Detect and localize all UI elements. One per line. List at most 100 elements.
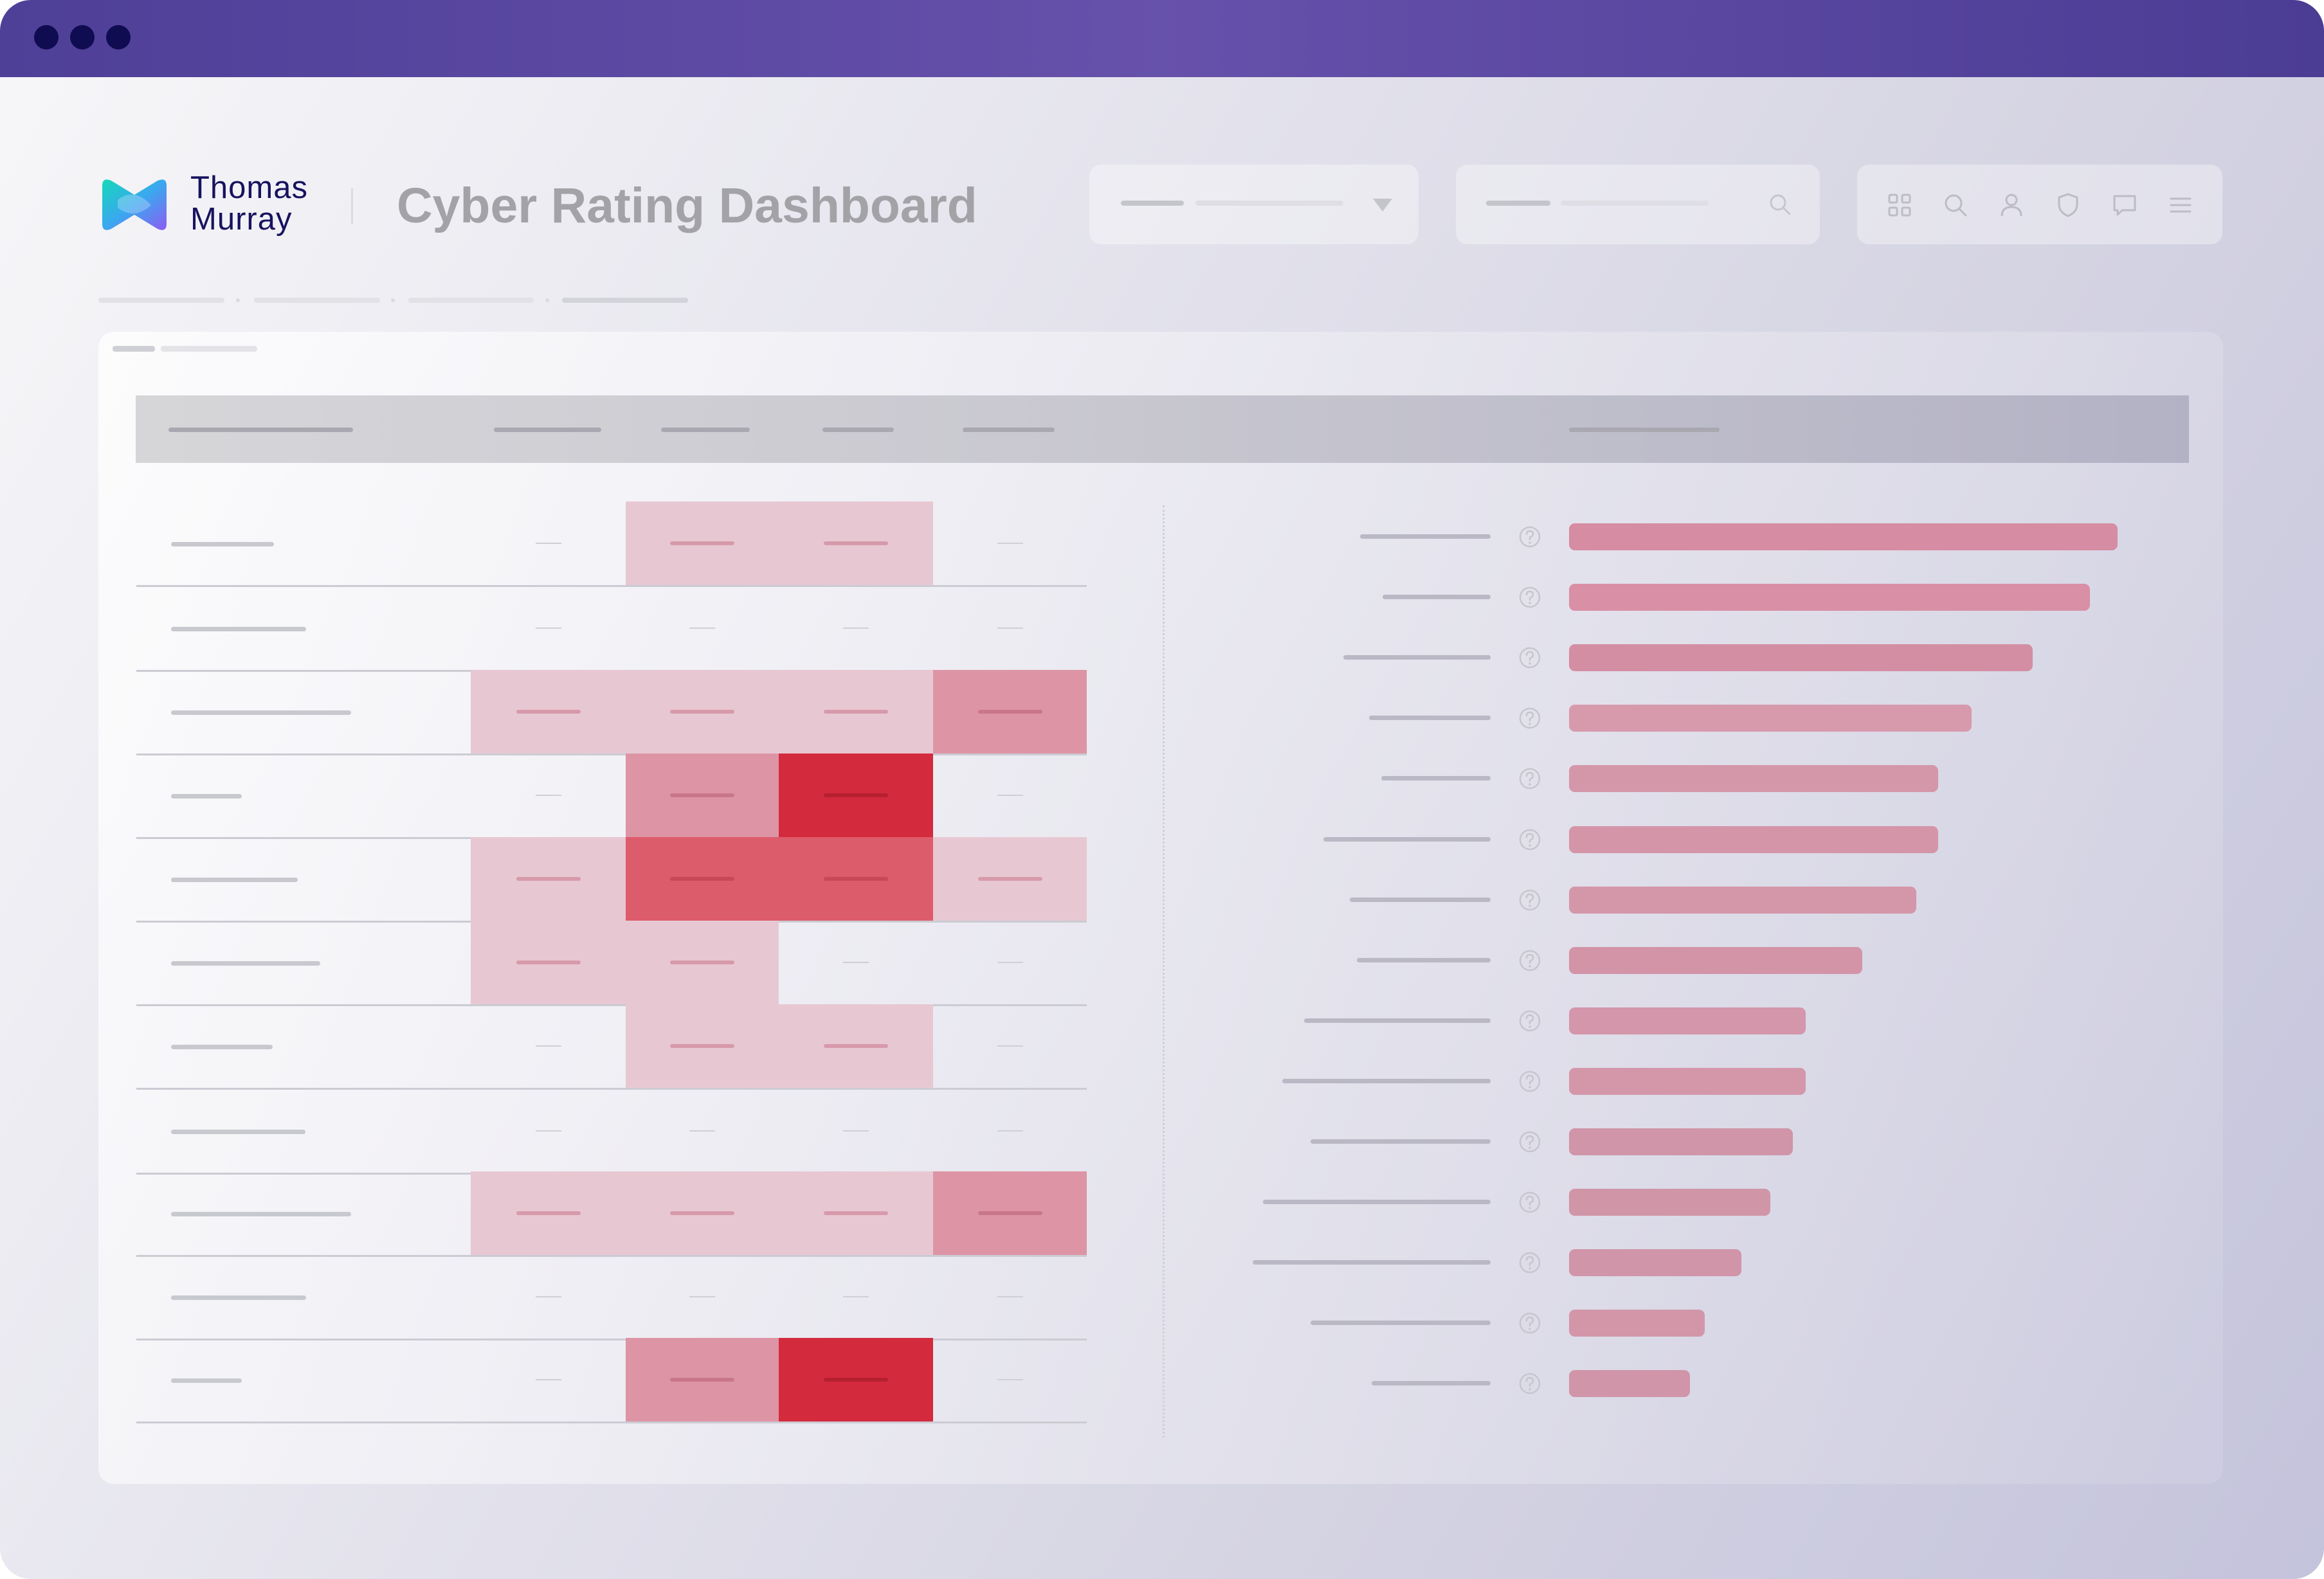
breadcrumb-item[interactable] (254, 298, 380, 303)
bar-label (1282, 1078, 1491, 1083)
help-icon[interactable] (1518, 1251, 1541, 1274)
chat-icon[interactable] (2111, 192, 2138, 219)
section-divider (1163, 505, 1165, 1438)
row-label (171, 542, 274, 546)
bar[interactable] (1569, 1067, 1806, 1095)
help-icon[interactable] (1518, 1312, 1541, 1335)
help-icon[interactable] (1518, 646, 1541, 669)
cell-value (516, 877, 581, 881)
bar[interactable] (1569, 765, 1938, 793)
cell-value (670, 1211, 734, 1215)
bar[interactable] (1569, 1310, 1705, 1337)
bar[interactable] (1569, 946, 1862, 974)
search-icon[interactable] (1942, 192, 1969, 219)
filter-dropdown[interactable] (1089, 165, 1419, 244)
help-icon[interactable] (1518, 949, 1541, 972)
cell-value (670, 710, 734, 714)
breadcrumb-item[interactable] (408, 298, 534, 303)
cell-value (824, 541, 888, 545)
bar[interactable] (1569, 1007, 1806, 1034)
cell-empty (689, 1296, 715, 1297)
help-icon[interactable] (1518, 828, 1541, 851)
cell-empty (997, 1379, 1023, 1380)
row-divider (136, 585, 1087, 587)
window-titlebar (0, 0, 2324, 77)
window-minimize-button[interactable] (70, 25, 95, 50)
bar[interactable] (1569, 523, 2118, 550)
cell-empty (689, 627, 715, 629)
cell-empty (689, 1130, 715, 1132)
bar[interactable] (1569, 584, 2090, 611)
cell-empty (535, 795, 561, 796)
help-icon[interactable] (1518, 586, 1541, 609)
column-header[interactable] (661, 428, 750, 432)
shield-icon[interactable] (2055, 192, 2082, 219)
breadcrumb-separator (391, 298, 395, 302)
cell-empty (843, 1296, 869, 1297)
row-label (171, 794, 242, 799)
user-icon[interactable] (1998, 192, 2025, 219)
dropdown-value-placeholder (1121, 201, 1184, 206)
search-field[interactable] (1456, 165, 1820, 244)
help-icon[interactable] (1518, 1130, 1541, 1153)
cell-empty (997, 795, 1023, 796)
cell-value (824, 1211, 888, 1215)
header-divider (351, 188, 353, 224)
cell-empty (997, 1130, 1023, 1132)
row-label (171, 878, 298, 882)
cell-empty (535, 627, 561, 629)
help-icon[interactable] (1518, 889, 1541, 912)
bar[interactable] (1569, 1128, 1793, 1155)
card-tab-active[interactable] (113, 346, 155, 352)
page-title: Cyber Rating Dashboard (397, 178, 977, 233)
help-icon[interactable] (1518, 707, 1541, 730)
breadcrumb-item[interactable] (98, 298, 224, 303)
help-icon[interactable] (1518, 1191, 1541, 1214)
bar[interactable] (1569, 1249, 1741, 1277)
cell-value (977, 877, 1042, 881)
column-header[interactable] (963, 428, 1055, 432)
bar[interactable] (1569, 1370, 1690, 1398)
bar-label (1369, 716, 1491, 721)
bar[interactable] (1569, 1189, 1770, 1216)
window-maximize-button[interactable] (106, 25, 131, 50)
brand-name-line2: Murray (190, 202, 293, 237)
menu-icon[interactable] (2167, 192, 2194, 219)
card-tab[interactable] (161, 346, 257, 352)
grid-icon[interactable] (1886, 192, 1913, 219)
chevron-down-icon[interactable] (1372, 198, 1393, 212)
help-icon[interactable] (1518, 767, 1541, 790)
search-icon[interactable] (1768, 193, 1792, 216)
row-label (171, 710, 351, 715)
column-header[interactable] (494, 428, 601, 432)
bar-label (1383, 595, 1491, 600)
bar[interactable] (1569, 644, 2033, 672)
search-value-placeholder (1486, 201, 1550, 206)
row-label (171, 1212, 351, 1216)
help-icon[interactable] (1518, 525, 1541, 548)
help-icon[interactable] (1518, 1070, 1541, 1093)
cell-empty (843, 627, 869, 629)
bar[interactable] (1569, 705, 1972, 732)
bar[interactable] (1569, 886, 1916, 914)
row-divider (136, 753, 1087, 755)
help-icon[interactable] (1518, 1372, 1541, 1395)
column-header[interactable] (1569, 428, 1720, 432)
row-label (171, 1378, 242, 1383)
help-icon[interactable] (1518, 1009, 1541, 1033)
cell-value (670, 961, 734, 964)
bar[interactable] (1569, 826, 1938, 853)
row-divider (136, 1339, 1087, 1340)
search-text-placeholder (1561, 201, 1709, 206)
column-header[interactable] (168, 428, 353, 432)
cell-empty (997, 1045, 1023, 1047)
dropdown-text-placeholder (1195, 201, 1343, 206)
row-divider (136, 1004, 1087, 1006)
cell-value (824, 793, 888, 797)
bar-label (1253, 1260, 1491, 1265)
row-divider (136, 1421, 1087, 1423)
column-header[interactable] (822, 428, 894, 432)
browser-window: Thomas Murray Cyber Rating Dashboard (0, 0, 2324, 1579)
bar-label (1381, 776, 1491, 781)
window-close-button[interactable] (34, 25, 59, 50)
